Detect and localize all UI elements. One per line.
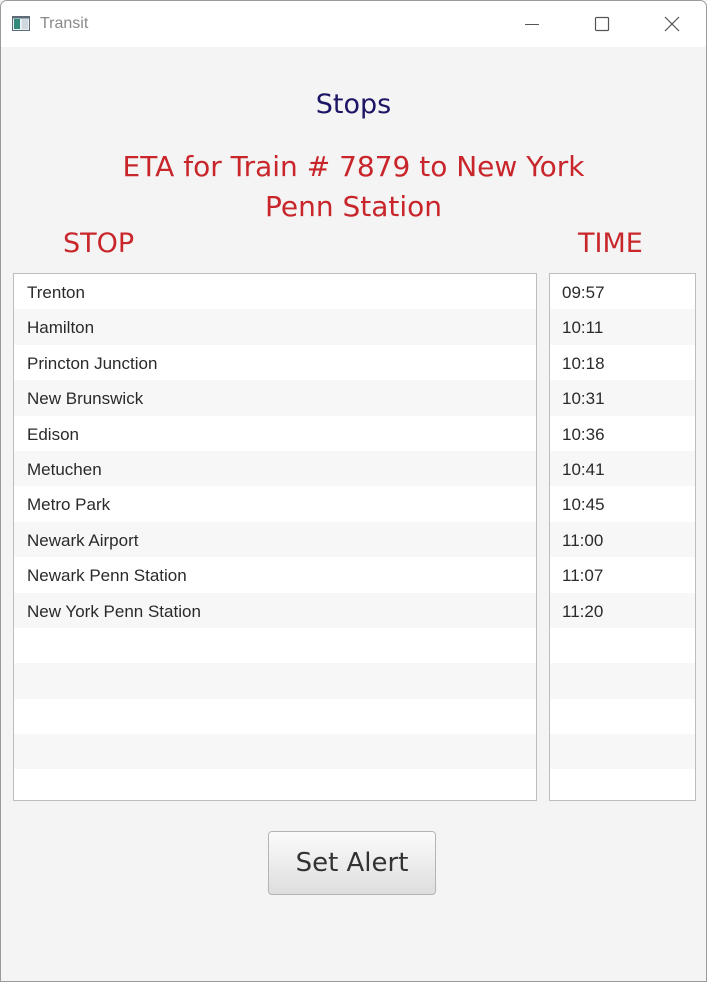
- stop-list-item-empty: [14, 734, 536, 770]
- time-list-item[interactable]: 10:41: [550, 450, 695, 487]
- time-list-item[interactable]: 11:20: [550, 592, 695, 628]
- stop-column-header: STOP: [63, 228, 135, 259]
- stop-list-item[interactable]: New York Penn Station: [14, 592, 536, 628]
- time-list-item[interactable]: 09:57: [550, 274, 695, 310]
- time-list-item-empty: [550, 627, 695, 664]
- time-list-item-empty: [550, 769, 695, 800]
- time-list-item[interactable]: 10:31: [550, 380, 695, 416]
- time-column-header: TIME: [578, 228, 643, 259]
- app-window: Transit Stops ETA for Train # 7879 to Ne…: [0, 0, 707, 982]
- minimize-button[interactable]: [497, 1, 567, 47]
- stop-list-item[interactable]: Trenton: [14, 274, 536, 310]
- stop-list-item-empty: [14, 663, 536, 699]
- maximize-button[interactable]: [567, 1, 637, 47]
- eta-title-line-1: ETA for Train # 7879 to New York: [122, 150, 585, 183]
- eta-title: ETA for Train # 7879 to New York Penn St…: [1, 147, 706, 227]
- times-list[interactable]: 09:57 10:11 10:18 10:31 10:36 10:41 10:4…: [549, 273, 696, 801]
- time-list-item[interactable]: 11:07: [550, 557, 695, 593]
- stop-list-item-empty: [14, 769, 536, 800]
- time-list-item[interactable]: 11:00: [550, 521, 695, 558]
- time-list-item-empty: [550, 698, 695, 735]
- title-bar[interactable]: Transit: [1, 1, 706, 47]
- stops-title: Stops: [315, 89, 392, 120]
- time-list-item[interactable]: 10:18: [550, 344, 695, 381]
- stop-list-item-empty: [14, 698, 536, 735]
- time-list-item[interactable]: 10:45: [550, 486, 695, 522]
- minimize-icon: [525, 24, 539, 25]
- stop-list-item[interactable]: Hamilton: [14, 309, 536, 345]
- stop-list-item[interactable]: Metro Park: [14, 486, 536, 522]
- stop-list-item[interactable]: Metuchen: [14, 450, 536, 487]
- time-list-item-empty: [550, 663, 695, 699]
- eta-title-line-2: Penn Station: [264, 190, 443, 223]
- set-alert-button[interactable]: Set Alert: [268, 831, 436, 895]
- stop-list-item[interactable]: Edison: [14, 415, 536, 451]
- stop-list-item[interactable]: Princton Junction: [14, 344, 536, 381]
- close-icon: [664, 16, 680, 32]
- stop-list-item[interactable]: Newark Penn Station: [14, 557, 536, 593]
- close-button[interactable]: [637, 1, 706, 47]
- stop-list-item[interactable]: New Brunswick: [14, 380, 536, 416]
- maximize-icon: [594, 16, 610, 32]
- stop-list-item[interactable]: Newark Airport: [14, 521, 536, 558]
- stops-list[interactable]: Trenton Hamilton Princton Junction New B…: [13, 273, 537, 801]
- app-window-icon: [12, 16, 30, 31]
- window-title: Transit: [40, 15, 89, 32]
- time-list-item-empty: [550, 734, 695, 770]
- time-list-item[interactable]: 10:11: [550, 309, 695, 345]
- stop-list-item-empty: [14, 627, 536, 664]
- time-list-item[interactable]: 10:36: [550, 415, 695, 451]
